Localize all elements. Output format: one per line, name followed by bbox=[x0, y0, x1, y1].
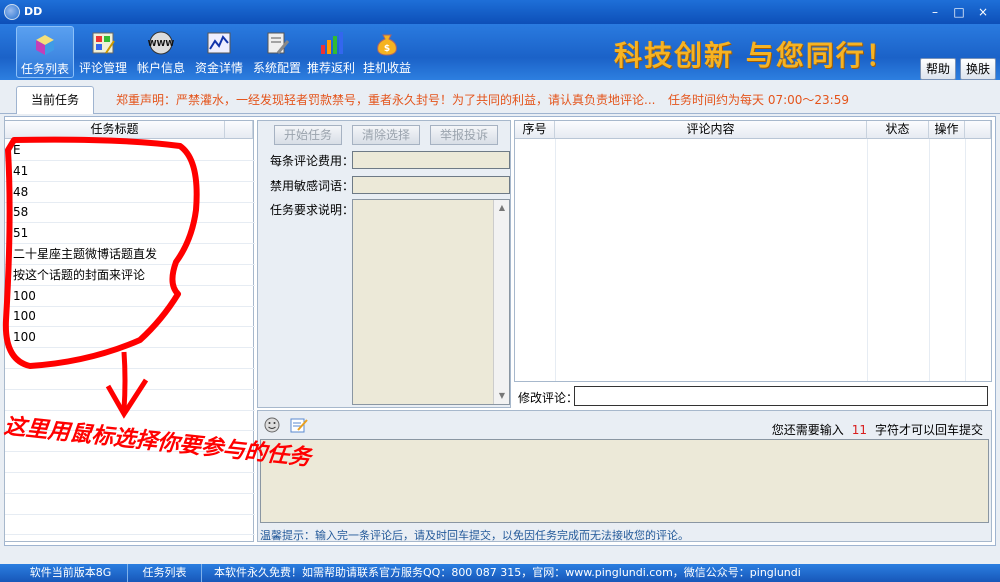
task-list-item[interactable]: 51 bbox=[5, 223, 255, 245]
toolbar-idle-earnings[interactable]: $ 挂机收益 bbox=[358, 26, 416, 78]
char-count-text: 您还需要输入 11 字符才可以回车提交 bbox=[772, 421, 983, 438]
toolbar-comment-manage[interactable]: 评论管理 bbox=[74, 26, 132, 78]
col-index-header[interactable]: 序号 bbox=[515, 121, 555, 139]
edit-note-icon[interactable] bbox=[290, 417, 308, 433]
toolbar-idle-earnings-label: 挂机收益 bbox=[362, 61, 411, 75]
start-task-button[interactable]: 开始任务 bbox=[274, 125, 342, 145]
empty-row bbox=[5, 514, 255, 536]
bar-chart-icon bbox=[321, 32, 343, 54]
char-count-number: 11 bbox=[851, 423, 867, 437]
modify-comment-input[interactable] bbox=[574, 386, 988, 406]
status-page: 任务列表 bbox=[128, 564, 202, 582]
modify-comment-row: 修改评论： bbox=[514, 385, 992, 407]
fee-field[interactable] bbox=[352, 151, 510, 169]
col-status-header[interactable]: 状态 bbox=[867, 121, 929, 139]
requirements-scrollbar[interactable]: ▲ ▼ bbox=[493, 200, 509, 404]
money-bag-icon: $ bbox=[377, 34, 397, 56]
tab-row: 当前任务 郑重声明：严禁灌水，一经发现轻者罚款禁号，重者永久封号！为了共同的利益… bbox=[0, 80, 1000, 114]
task-extra-header bbox=[225, 121, 253, 139]
scroll-down-icon[interactable]: ▼ bbox=[495, 389, 509, 403]
www-globe-icon: WWW bbox=[148, 31, 175, 55]
char-count-prefix: 您还需要输入 bbox=[771, 423, 844, 437]
close-button[interactable]: × bbox=[974, 4, 992, 20]
maximize-button[interactable]: □ bbox=[950, 4, 968, 20]
banned-words-label: 禁用敏感词语： bbox=[270, 179, 355, 193]
title-bar: DD – □ × bbox=[0, 0, 1000, 24]
empty-row bbox=[5, 390, 255, 411]
smiley-icon[interactable] bbox=[264, 417, 280, 433]
line-chart-icon bbox=[207, 32, 231, 54]
task-list-item[interactable]: 58 bbox=[5, 202, 255, 224]
task-list-panel[interactable]: 任务标题 E 41 48 58 51 二十星座主题微博话题直发 按这个话题的封面来评论 100… bbox=[4, 120, 255, 542]
minimize-button[interactable]: – bbox=[926, 4, 944, 20]
palette-icon bbox=[92, 32, 115, 54]
comment-input-area[interactable] bbox=[260, 439, 989, 523]
col-action-header[interactable]: 操作 bbox=[929, 121, 965, 139]
task-list-item[interactable]: E bbox=[5, 140, 255, 161]
empty-row bbox=[5, 348, 255, 369]
app-logo-icon bbox=[4, 4, 20, 20]
empty-row bbox=[5, 369, 255, 390]
requirements-textarea[interactable]: ▲ ▼ bbox=[352, 199, 510, 405]
task-list-item[interactable]: 按这个话题的封面来评论 bbox=[5, 265, 255, 286]
task-list-item[interactable]: 二十星座主题微博话题直发 bbox=[5, 244, 255, 265]
empty-row bbox=[5, 494, 255, 515]
tip-text: 温馨提示：输入完一条评论后，请及时回车提交，以免因任务完成而无法接收您的评论。 bbox=[260, 529, 689, 542]
clear-selection-button[interactable]: 清除选择 bbox=[352, 125, 420, 145]
toolbar-fund-details[interactable]: 资金详情 bbox=[190, 26, 248, 78]
help-button[interactable]: 帮助 bbox=[920, 58, 956, 80]
char-count-suffix: 字符才可以回车提交 bbox=[874, 423, 983, 437]
scroll-up-icon[interactable]: ▲ bbox=[495, 201, 509, 215]
task-list-item[interactable]: 48 bbox=[5, 182, 255, 203]
toolbar-system-config-label: 系统配置 bbox=[252, 61, 301, 75]
toolbar: 任务列表 评论管理 WWW 帐户信息 资金详情 系统配置 推荐返利 $ 挂机收益… bbox=[0, 24, 1000, 80]
svg-text:WWW: WWW bbox=[148, 39, 175, 48]
config-tools-icon bbox=[267, 32, 290, 54]
toolbar-task-list-label: 任务列表 bbox=[20, 62, 69, 76]
task-list-item[interactable]: 100 bbox=[5, 306, 255, 328]
task-list-item[interactable]: 41 bbox=[5, 161, 255, 182]
task-list-item[interactable]: 100 bbox=[5, 286, 255, 307]
toolbar-account-info-label: 帐户信息 bbox=[136, 61, 185, 75]
requirements-label: 任务要求说明： bbox=[270, 203, 355, 217]
comment-table[interactable]: 序号 评论内容 状态 操作 bbox=[514, 120, 992, 382]
status-version: 软件当前版本8G bbox=[14, 564, 128, 582]
status-bar: 软件当前版本8G 任务列表 本软件永久免费！如需帮助请联系官方服务QQ：800 … bbox=[0, 564, 1000, 582]
banned-words-field[interactable] bbox=[352, 176, 510, 194]
window-title: DD bbox=[24, 5, 43, 18]
notice-text: 郑重声明：严禁灌水，一经发现轻者罚款禁号，重者永久封号！为了共同的利益，请认真负… bbox=[116, 93, 656, 107]
tab-current-task[interactable]: 当前任务 bbox=[16, 86, 94, 114]
skin-button[interactable]: 换肤 bbox=[960, 58, 996, 80]
svg-text:$: $ bbox=[384, 44, 390, 54]
toolbar-task-list[interactable]: 任务列表 bbox=[16, 26, 74, 78]
empty-row bbox=[5, 473, 255, 494]
comment-editor-panel: 您还需要输入 11 字符才可以回车提交 温馨提示：输入完一条评论后，请及时回车提交，… bbox=[257, 410, 992, 542]
toolbar-system-config[interactable]: 系统配置 bbox=[248, 26, 306, 78]
fee-label: 每条评论费用： bbox=[270, 154, 355, 168]
toolbar-account-info[interactable]: WWW 帐户信息 bbox=[132, 26, 190, 78]
toolbar-referral[interactable]: 推荐返利 bbox=[302, 26, 360, 78]
report-button[interactable]: 举报投诉 bbox=[430, 125, 498, 145]
col-content-header[interactable]: 评论内容 bbox=[555, 121, 867, 139]
task-time-text: 任务时间约为每天 07:00～23:59 bbox=[668, 93, 849, 107]
status-info: 本软件永久免费！如需帮助请联系官方服务QQ：800 087 315，官网：www… bbox=[214, 566, 801, 579]
task-list-item[interactable]: 100 bbox=[5, 327, 255, 349]
toolbar-fund-details-label: 资金详情 bbox=[194, 61, 243, 75]
cube-icon bbox=[36, 35, 54, 55]
toolbar-referral-label: 推荐返利 bbox=[306, 61, 355, 75]
col-extra-header bbox=[965, 121, 991, 139]
toolbar-comment-manage-label: 评论管理 bbox=[78, 61, 127, 75]
slogan-text: 科技创新 与您同行！ bbox=[614, 39, 896, 72]
task-title-header[interactable]: 任务标题 bbox=[5, 121, 225, 139]
modify-comment-label: 修改评论： bbox=[518, 391, 579, 405]
task-detail-panel: 开始任务 清除选择 举报投诉 每条评论费用： 禁用敏感词语： 任务要求说明： ▲… bbox=[257, 120, 511, 408]
